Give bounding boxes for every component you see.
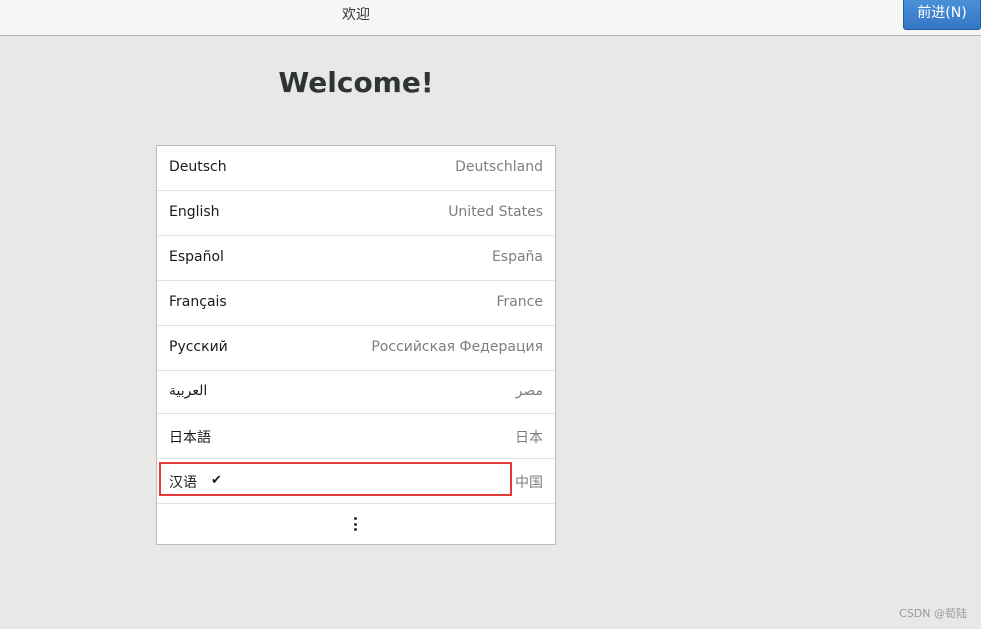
language-region: 日本 bbox=[515, 430, 543, 446]
language-region: مصر bbox=[515, 383, 543, 399]
language-region: España bbox=[491, 249, 543, 265]
language-row-deutsch[interactable]: Deutsch Deutschland bbox=[157, 146, 555, 191]
next-button[interactable]: 前进(N) bbox=[903, 0, 981, 30]
language-name: 汉语 bbox=[169, 475, 197, 491]
language-row-russian[interactable]: Русский Российская Федерация bbox=[157, 326, 555, 371]
language-name: Русский bbox=[169, 339, 228, 355]
header-title: 欢迎 bbox=[342, 7, 370, 23]
language-region: France bbox=[496, 294, 543, 310]
check-icon: ✔ bbox=[211, 473, 222, 488]
language-row-arabic[interactable]: العربية مصر bbox=[157, 371, 555, 414]
language-row-japanese[interactable]: 日本語 日本 bbox=[157, 414, 555, 459]
language-row-chinese[interactable]: 汉语 ✔ 中国 bbox=[157, 459, 555, 504]
language-row-francais[interactable]: Français France bbox=[157, 281, 555, 326]
language-region: Deutschland bbox=[455, 159, 543, 175]
language-list: Deutsch Deutschland English United State… bbox=[156, 145, 556, 545]
more-vertical-icon bbox=[354, 517, 358, 533]
language-name: Español bbox=[169, 249, 224, 265]
watermark: CSDN @荀陆 bbox=[899, 607, 967, 620]
language-region: 中国 bbox=[515, 475, 543, 491]
language-row-english[interactable]: English United States bbox=[157, 191, 555, 236]
language-region: United States bbox=[448, 204, 543, 220]
language-name: English bbox=[169, 204, 220, 220]
language-row-espanol[interactable]: Español España bbox=[157, 236, 555, 281]
more-languages-button[interactable] bbox=[157, 504, 555, 544]
language-region: Российская Федерация bbox=[371, 339, 543, 355]
language-name: Français bbox=[169, 294, 227, 310]
header-bar: 欢迎 前进(N) bbox=[0, 0, 981, 36]
language-name: العربية bbox=[169, 383, 208, 399]
language-name: Deutsch bbox=[169, 159, 227, 175]
welcome-title: Welcome! bbox=[278, 66, 434, 99]
language-name: 日本語 bbox=[169, 430, 211, 446]
